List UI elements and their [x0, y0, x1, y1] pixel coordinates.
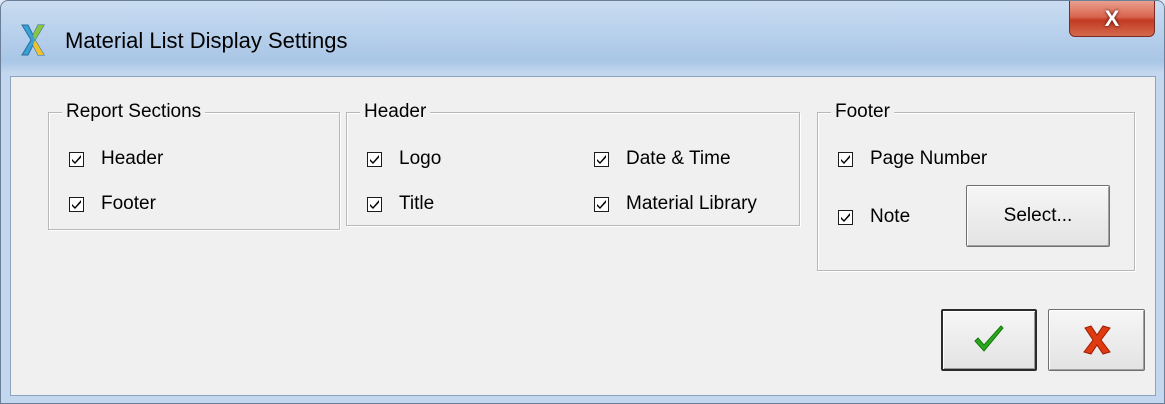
footer-note-checkbox[interactable]: Note — [838, 206, 910, 228]
check-mark-icon — [597, 199, 606, 209]
header-date-time-checkbox[interactable]: Date & Time — [594, 148, 731, 170]
header-options-group: Header Logo Title Date & Time Material L… — [346, 100, 800, 226]
checkbox-box[interactable] — [838, 209, 853, 225]
window-title: Material List Display Settings — [65, 28, 348, 53]
header-title-checkbox[interactable]: Title — [367, 193, 434, 215]
checkbox-box[interactable] — [594, 151, 609, 167]
check-mark-icon — [841, 154, 850, 164]
header-material-library-checkbox[interactable]: Material Library — [594, 193, 757, 215]
footer-page-number-checkbox[interactable]: Page Number — [838, 148, 987, 170]
checkbox-label: Material Library — [626, 193, 757, 214]
checkmark-icon — [974, 325, 1004, 352]
dialog-window: Material List Display Settings X Report … — [0, 0, 1165, 404]
checkbox-box[interactable] — [838, 151, 853, 167]
close-icon: X — [1104, 5, 1120, 31]
ok-button[interactable] — [941, 309, 1037, 371]
checkbox-label: Header — [101, 148, 164, 169]
close-button[interactable]: X — [1069, 1, 1155, 37]
checkbox-label: Logo — [399, 148, 442, 169]
checkbox-box[interactable] — [69, 196, 84, 212]
header-options-legend: Header — [360, 100, 431, 124]
checkbox-box[interactable] — [69, 151, 84, 167]
check-mark-icon — [72, 154, 81, 164]
checkbox-box[interactable] — [594, 196, 609, 212]
checkbox-box[interactable] — [367, 151, 382, 167]
title-bar[interactable]: Material List Display Settings X — [1, 1, 1164, 76]
select-note-button[interactable]: Select... — [966, 185, 1110, 247]
check-mark-icon — [841, 212, 850, 222]
cancel-button[interactable] — [1048, 309, 1145, 371]
footer-options-legend: Footer — [831, 100, 894, 124]
check-mark-icon — [597, 154, 606, 164]
dialog-client-area: Report Sections Header Footer Header Log… — [10, 76, 1156, 396]
app-logo-icon — [21, 24, 45, 56]
checkbox-label: Title — [399, 193, 435, 214]
check-mark-icon — [72, 199, 81, 209]
checkbox-label: Note — [870, 206, 911, 227]
checkbox-label: Page Number — [870, 148, 988, 169]
report-sections-group: Report Sections Header Footer — [48, 100, 340, 230]
red-x-icon — [1082, 325, 1111, 355]
checkbox-label: Footer — [101, 193, 156, 214]
footer-options-group: Footer Page Number Note Select... — [817, 100, 1135, 271]
report-sections-legend: Report Sections — [62, 100, 206, 124]
checkbox-label: Date & Time — [626, 148, 731, 169]
checkbox-box[interactable] — [367, 196, 382, 212]
report-sections-footer-checkbox[interactable]: Footer — [69, 193, 156, 215]
check-mark-icon — [370, 199, 379, 209]
report-sections-header-checkbox[interactable]: Header — [69, 148, 163, 170]
select-button-label: Select... — [1003, 205, 1073, 226]
header-logo-checkbox[interactable]: Logo — [367, 148, 441, 170]
check-mark-icon — [370, 154, 379, 164]
